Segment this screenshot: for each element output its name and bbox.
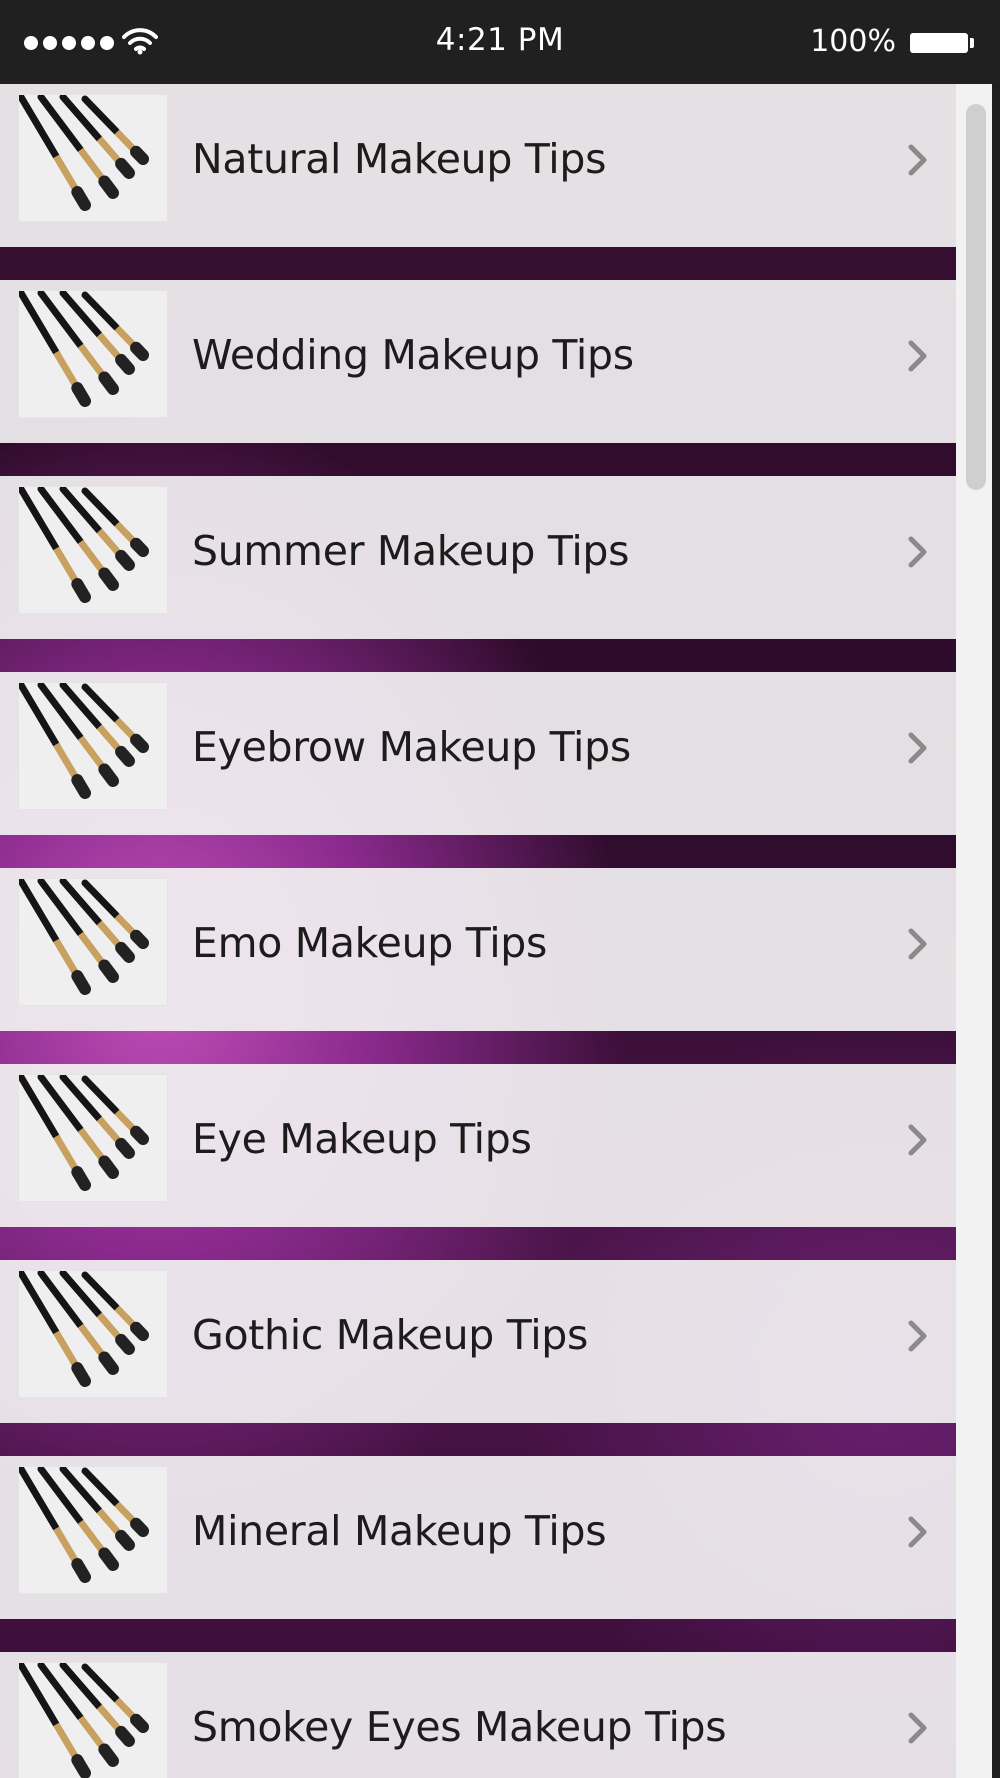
list-item-label: Emo Makeup Tips	[192, 919, 548, 967]
list-item-label: Smokey Eyes Makeup Tips	[192, 1703, 727, 1751]
makeup-brushes-icon	[18, 94, 168, 222]
list-item-label: Natural Makeup Tips	[192, 135, 607, 183]
makeup-brushes-icon	[18, 1074, 168, 1202]
list-item[interactable]: Summer Makeup Tips	[0, 476, 956, 639]
list-item-label: Mineral Makeup Tips	[192, 1507, 607, 1555]
chevron-right-icon	[908, 1320, 927, 1352]
makeup-brushes-icon	[18, 1466, 168, 1594]
list-item-label: Gothic Makeup Tips	[192, 1311, 589, 1359]
list-item-label: Eye Makeup Tips	[192, 1115, 532, 1163]
list-item[interactable]: Emo Makeup Tips	[0, 868, 956, 1031]
chevron-right-icon	[908, 1516, 927, 1548]
battery-icon	[910, 33, 968, 53]
makeup-brushes-icon	[18, 1662, 168, 1778]
makeup-brushes-icon	[18, 486, 168, 614]
chevron-right-icon	[908, 928, 927, 960]
list-item-label: Summer Makeup Tips	[192, 527, 630, 575]
list-item[interactable]: Eye Makeup Tips	[0, 1064, 956, 1227]
menu-content[interactable]: Natural Makeup Tips Wedding Makeup Tips …	[0, 84, 1000, 1778]
chevron-right-icon	[908, 1124, 927, 1156]
chevron-right-icon	[908, 144, 927, 176]
list-item-label: Wedding Makeup Tips	[192, 331, 634, 379]
chevron-right-icon	[908, 340, 927, 372]
makeup-brushes-icon	[18, 290, 168, 418]
scrollbar-thumb[interactable]	[966, 104, 986, 490]
list-item-label: Eyebrow Makeup Tips	[192, 723, 631, 771]
list-item[interactable]: Smokey Eyes Makeup Tips	[0, 1652, 956, 1778]
battery-tip	[970, 38, 974, 48]
app-screen: 4:21 PM 100% Natural Makeup Tips Wedding…	[0, 0, 1000, 1778]
makeup-brushes-icon	[18, 878, 168, 1006]
list-item[interactable]: Eyebrow Makeup Tips	[0, 672, 956, 835]
list-item[interactable]: Mineral Makeup Tips	[0, 1456, 956, 1619]
chevron-right-icon	[908, 536, 927, 568]
battery-percent: 100%	[810, 24, 896, 59]
makeup-brushes-icon	[18, 1270, 168, 1398]
list-item[interactable]: Wedding Makeup Tips	[0, 280, 956, 443]
status-bar: 4:21 PM 100%	[0, 0, 1000, 84]
chevron-right-icon	[908, 1712, 927, 1744]
list-item[interactable]: Gothic Makeup Tips	[0, 1260, 956, 1423]
chevron-right-icon	[908, 732, 927, 764]
list-item[interactable]: Natural Makeup Tips	[0, 84, 956, 247]
makeup-brushes-icon	[18, 682, 168, 810]
screen-edge	[992, 84, 1000, 1778]
